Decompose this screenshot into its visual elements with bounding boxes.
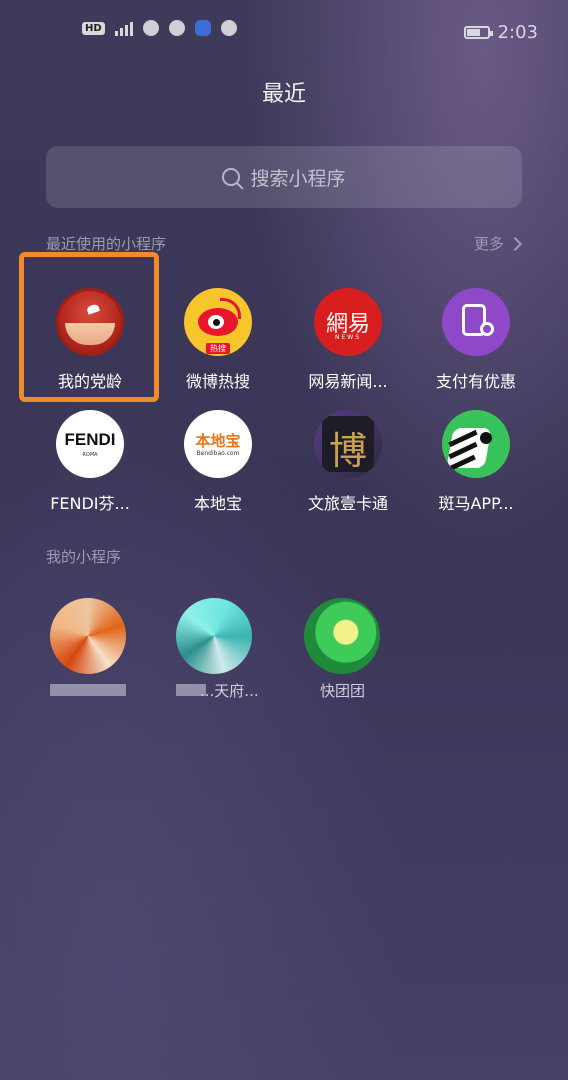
netease-sub: NEWS (334, 334, 362, 341)
app-culture-travel-card[interactable]: 博 文旅壹卡通 (284, 410, 412, 514)
battery-icon (463, 26, 493, 39)
weibo-icon: 热搜 (184, 288, 252, 356)
bendibao-icon: 本地宝 Bendibao.com (184, 410, 252, 478)
fendi-wordmark: FENDI (64, 430, 116, 449)
recent-section-label: 最近使用的小程序 (46, 235, 167, 253)
search-input[interactable]: 搜索小程序 (46, 146, 522, 208)
app-label-placeholder (50, 684, 126, 696)
pixelated-app-icon (176, 598, 252, 674)
app-label: 网易新闻... (308, 372, 388, 391)
pixelated-app-icon (50, 598, 126, 674)
status-icons-left: HD (82, 20, 237, 36)
search-placeholder: 搜索小程序 (250, 167, 346, 190)
notification-app-icon (194, 20, 211, 36)
hd-badge: HD (82, 21, 105, 35)
selection-highlight (19, 252, 159, 402)
app-label: 微博热搜 (185, 372, 250, 391)
page-title: 最近 (261, 82, 306, 107)
netease-news-icon: 網易 NEWS (314, 288, 382, 356)
app-label: ...天府... (200, 682, 259, 700)
status-bar: HD 2:03 (0, 0, 568, 60)
fendi-sub: ROMA (82, 452, 98, 458)
bendibao-sub: Bendibao.com (196, 450, 240, 457)
fendi-icon: FENDI ROMA (56, 410, 124, 478)
app-netease-news[interactable]: 網易 NEWS 网易新闻... (284, 288, 412, 392)
weibo-badge: 热搜 (206, 343, 230, 354)
app-alipay-discount[interactable]: 支付有优惠 (412, 288, 540, 392)
translate-icon (168, 20, 185, 36)
app-bendibao[interactable]: 本地宝 Bendibao.com 本地宝 (154, 410, 282, 514)
wenlv-char: 博 (328, 429, 367, 473)
more-link[interactable]: 更多 (473, 233, 523, 254)
search-icon (222, 168, 241, 186)
app-label: 快团团 (320, 682, 366, 700)
app-fendi[interactable]: FENDI ROMA FENDI芬... (26, 410, 154, 514)
zebra-app-icon (442, 410, 510, 478)
pixelated-app-icon (304, 598, 380, 674)
more-label: 更多 (473, 235, 504, 253)
app-zebra[interactable]: 斑马APP... (412, 410, 540, 514)
clock: 2:03 (497, 22, 538, 43)
my-section-label: 我的小程序 (46, 548, 122, 566)
app-label: FENDI芬... (50, 494, 130, 513)
qq-icon (142, 20, 159, 36)
shield-icon (220, 20, 237, 36)
app-label: 支付有优惠 (435, 372, 516, 391)
chevron-right-icon (507, 236, 523, 251)
app-weibo[interactable]: 热搜 微博热搜 (154, 288, 282, 392)
app-label: 文旅壹卡通 (307, 494, 388, 513)
alipay-discount-icon (442, 288, 510, 356)
culture-travel-card-icon: 博 (314, 410, 382, 478)
bendibao-main: 本地宝 (195, 432, 241, 450)
app-label: 本地宝 (193, 494, 242, 513)
signal-icon (114, 20, 133, 36)
status-icons-right: 2:03 (463, 22, 538, 43)
app-label: 斑马APP... (438, 494, 514, 513)
